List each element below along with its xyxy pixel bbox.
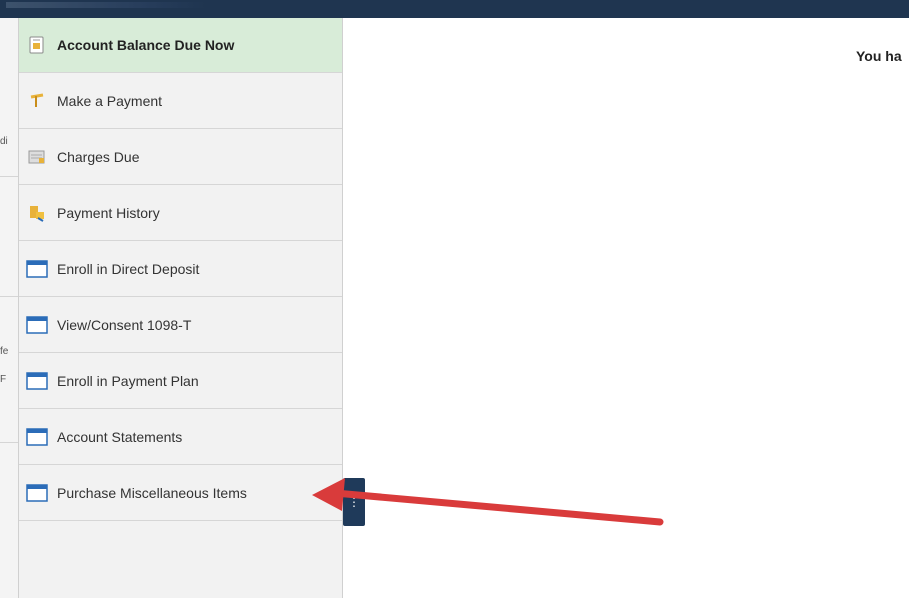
red-arrow-annotation — [312, 478, 664, 526]
